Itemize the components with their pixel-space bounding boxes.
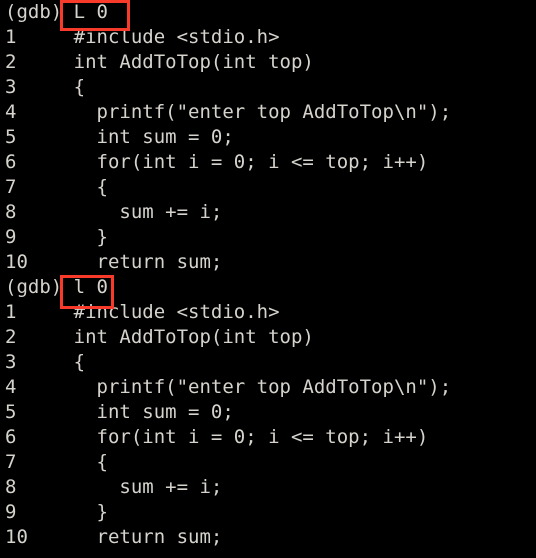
gdb-prompt-line-1: (gdb) L 0 [0,0,536,25]
gdb-command-text-1: L 0 [73,1,108,23]
code-line: 5 int sum = 0; [0,400,536,425]
code-line: 1 #include <stdio.h> [0,300,536,325]
line-code: sum += i; [16,201,223,223]
code-line: 5 int sum = 0; [0,125,536,150]
line-code: } [16,501,108,523]
code-line: 6 for(int i = 0; i <= top; i++) [0,150,536,175]
line-number: 4 [5,101,17,123]
line-code: printf("enter top AddToTop\n"); [16,101,452,123]
line-code: { [16,351,86,373]
line-number: 6 [5,426,17,448]
line-number: 3 [5,351,17,373]
gdb-terminal[interactable]: (gdb) L 0 1 #include <stdio.h> 2 int Add… [0,0,536,558]
line-number: 9 [5,501,17,523]
line-number: 7 [5,451,17,473]
code-line: 3 { [0,350,536,375]
code-line: 10 return sum; [0,250,536,275]
line-number: 6 [5,151,17,173]
line-number: 1 [5,26,17,48]
line-code: for(int i = 0; i <= top; i++) [16,426,429,448]
line-number: 10 [5,526,28,548]
code-line: 2 int AddToTop(int top) [0,325,536,350]
line-number: 5 [5,126,17,148]
line-code: int AddToTop(int top) [16,51,314,73]
line-code: { [16,451,108,473]
line-code: return sum; [27,526,223,548]
code-line: 7 { [0,175,536,200]
line-code: sum += i; [16,476,223,498]
line-code: } [16,226,108,248]
code-line: 2 int AddToTop(int top) [0,50,536,75]
line-number: 3 [5,76,17,98]
line-number: 8 [5,201,17,223]
gdb-command-1 [62,1,73,23]
gdb-prompt-line-2: (gdb) l 0 [0,275,536,300]
line-code: for(int i = 0; i <= top; i++) [16,151,429,173]
code-line: 4 printf("enter top AddToTop\n"); [0,375,536,400]
code-line: 8 sum += i; [0,200,536,225]
code-line: 4 printf("enter top AddToTop\n"); [0,100,536,125]
line-number: 7 [5,176,17,198]
line-code: #include <stdio.h> [16,26,280,48]
gdb-prompt-label-1: (gdb) [5,1,63,23]
code-line: 1 #include <stdio.h> [0,25,536,50]
line-number: 4 [5,376,17,398]
code-line: 8 sum += i; [0,475,536,500]
line-code: int sum = 0; [16,126,234,148]
code-line: 10 return sum; [0,525,536,550]
code-line: 7 { [0,450,536,475]
gdb-command-text-2: l 0 [73,276,108,298]
line-number: 1 [5,301,17,323]
line-number: 8 [5,476,17,498]
line-code: int AddToTop(int top) [16,326,314,348]
line-code: #include <stdio.h> [16,301,280,323]
line-code: { [16,76,86,98]
line-code: printf("enter top AddToTop\n"); [16,376,452,398]
code-line: 3 { [0,75,536,100]
line-number: 2 [5,51,17,73]
line-code: return sum; [27,251,223,273]
code-line: 9 } [0,500,536,525]
line-number: 9 [5,226,17,248]
line-code: int sum = 0; [16,401,234,423]
gdb-command-2 [62,276,73,298]
line-number: 5 [5,401,17,423]
code-line: 9 } [0,225,536,250]
code-line: 6 for(int i = 0; i <= top; i++) [0,425,536,450]
line-number: 2 [5,326,17,348]
line-code: { [16,176,108,198]
gdb-prompt-label-2: (gdb) [5,276,63,298]
line-number: 10 [5,251,28,273]
